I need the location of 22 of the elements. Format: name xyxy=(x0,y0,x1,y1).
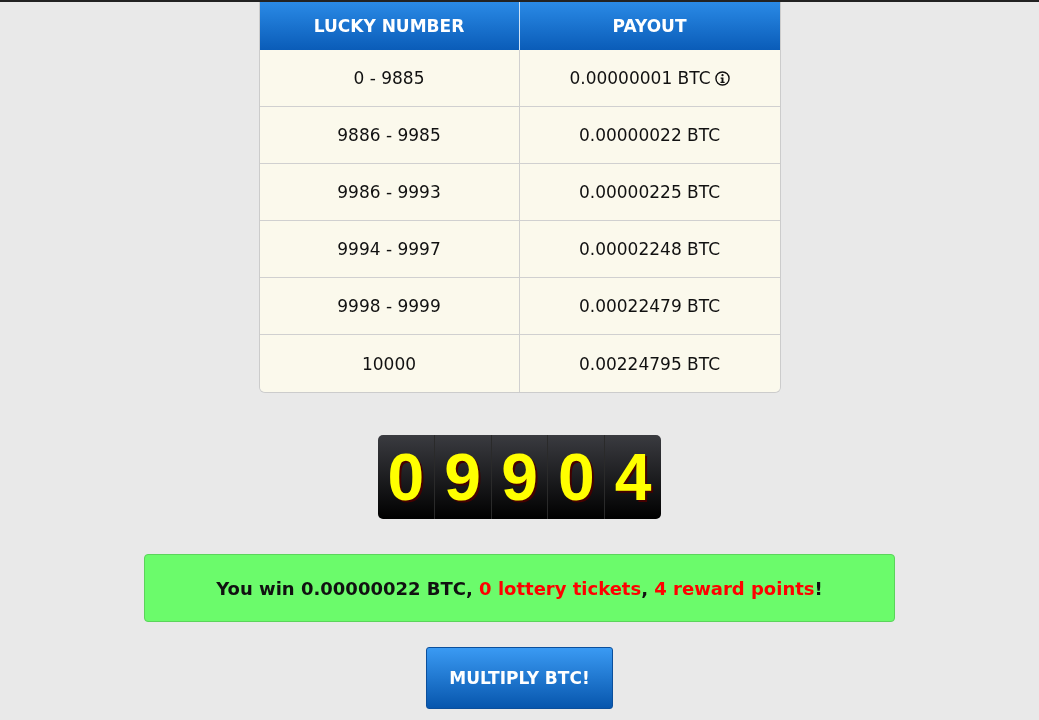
table-cell: 10000 xyxy=(259,335,520,392)
table-cell: 0.00022479 BTC xyxy=(519,278,780,335)
column-header: LUCKY NUMBER xyxy=(259,2,520,50)
counter-digit: 4 xyxy=(613,439,653,516)
multiply-button[interactable]: MULTIPLY BTC! xyxy=(426,647,613,709)
column-header: PAYOUT xyxy=(519,2,780,50)
table-cell: 9994 - 9997 xyxy=(259,221,520,278)
payout-text: 0.00000001 BTC xyxy=(569,68,711,88)
counter-digit: 9 xyxy=(491,435,549,519)
table-cell: 0.00224795 BTC xyxy=(519,335,780,392)
table-cell: 0.00000225 BTC xyxy=(519,164,780,221)
table-cell: 0 - 9885 xyxy=(259,50,520,107)
result-message: You win 0.00000022 BTC, 0 lottery tickets, 4 reward points! xyxy=(216,577,823,599)
table-cell: 9986 - 9993 xyxy=(259,164,520,221)
table-cell: 0.00002248 BTC xyxy=(519,221,780,278)
counter-digit: 0 xyxy=(378,435,435,519)
info-icon[interactable] xyxy=(714,70,730,86)
counter-digit: 0 xyxy=(548,435,606,519)
table-cell: 9998 - 9999 xyxy=(259,278,520,335)
counter-digit: 9 xyxy=(434,435,492,519)
table-cell: 0.00000022 BTC xyxy=(519,107,780,164)
table-cell: 9886 - 9985 xyxy=(259,107,520,164)
